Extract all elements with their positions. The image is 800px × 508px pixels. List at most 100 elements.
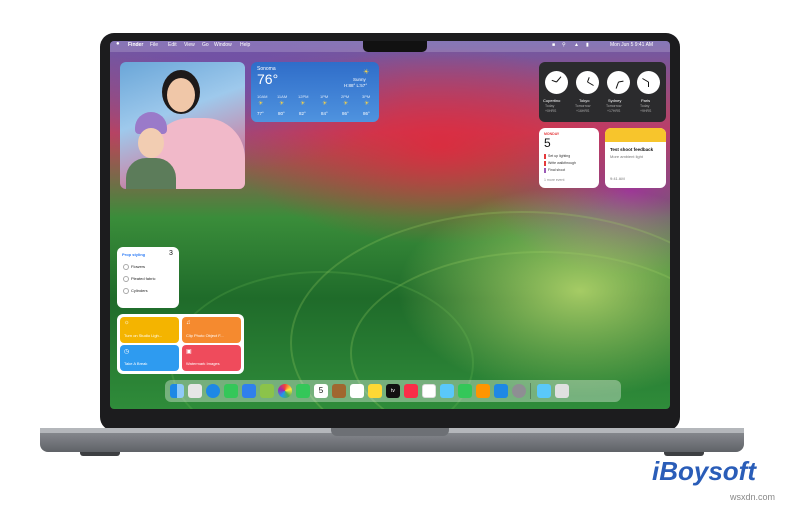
menu-window[interactable]: Window — [214, 42, 232, 48]
mail-icon[interactable] — [242, 384, 256, 398]
weather-widget[interactable]: Sonoma 76° ☀ Sunny H:88° L:57° 10AM 11AM… — [251, 62, 379, 122]
calendar-dock-icon[interactable]: 5 — [314, 384, 328, 398]
clock-city: Cupertino — [543, 98, 561, 103]
clock-city: Paris — [641, 98, 651, 103]
menu-help[interactable]: Help — [240, 42, 250, 48]
world-clock-widget[interactable]: Cupertino Tokyo Sydney Paris Today Tomor… — [539, 62, 666, 122]
weather-hour: 10AM — [257, 94, 268, 99]
reminder-item: Cylinders — [131, 288, 148, 293]
menu-go[interactable]: Go — [202, 42, 209, 48]
keynote-icon[interactable] — [440, 384, 454, 398]
reminder-item: Flowers — [131, 264, 146, 269]
clock-offset: +9HRS — [640, 109, 652, 113]
desktop-screen: ● Finder File Edit View Go Window Help ■… — [110, 41, 670, 409]
weather-hour-temp: 77° — [257, 111, 264, 116]
music-icon[interactable] — [404, 384, 418, 398]
clock-hand — [556, 76, 562, 83]
menu-finder[interactable]: Finder — [128, 42, 143, 48]
pages-icon[interactable] — [476, 384, 490, 398]
calendar-widget[interactable]: MONDAY 5 Set up lighting Write walkthrou… — [539, 128, 599, 188]
event-marker — [544, 168, 546, 173]
calendar-event: Write walkthrough — [548, 161, 576, 165]
sun-icon: ☀ — [364, 101, 370, 107]
shortcut-studio-light[interactable]: ☼ Turn on Studio Ligh... — [120, 317, 179, 343]
reminders-dock-icon[interactable] — [350, 384, 364, 398]
battery-icon[interactable]: ▮ — [586, 42, 589, 48]
weather-hour-temp: 80° — [278, 111, 285, 116]
facetime-icon[interactable] — [296, 384, 310, 398]
trash-icon[interactable] — [555, 384, 569, 398]
shortcut-clip-photo[interactable]: ♫ Clip Photo Object F... — [182, 317, 241, 343]
apple-icon[interactable]: ● — [116, 41, 120, 47]
weather-hour: 3PM — [362, 94, 371, 99]
clock-hand — [648, 82, 649, 87]
shortcut-take-break[interactable]: ◷ Take A Break — [120, 345, 179, 371]
shortcut-label: Clip Photo Object F... — [186, 333, 224, 338]
clock-hand — [618, 80, 624, 83]
menu-file[interactable]: File — [150, 42, 158, 48]
menu-view[interactable]: View — [184, 42, 195, 48]
news-icon[interactable] — [422, 384, 436, 398]
apple-tv-icon[interactable]: tv — [386, 384, 400, 398]
weather-hour-temp: 86° — [363, 111, 370, 116]
downloads-folder-icon[interactable] — [537, 384, 551, 398]
sun-icon: ☀ — [322, 101, 328, 107]
safari-icon[interactable] — [206, 384, 220, 398]
music-note-icon: ♫ — [186, 320, 191, 326]
reminders-widget[interactable]: Prop styling 3 Flowers Pleated fabric Cy… — [117, 247, 179, 308]
dock: 5 tv — [165, 380, 621, 402]
weather-hour-temp: 84° — [321, 111, 328, 116]
reminder-checkbox[interactable] — [123, 264, 129, 270]
weather-hour-temp: 82° — [299, 111, 306, 116]
watermark-text: wsxdn.com — [730, 492, 776, 502]
menu-clock[interactable]: Mon Jun 5 9:41 AM — [610, 42, 653, 48]
photo-face — [167, 78, 195, 112]
note-subtitle: More ambient light — [610, 154, 643, 159]
launchpad-icon[interactable] — [188, 384, 202, 398]
shortcuts-widget: ☼ Turn on Studio Ligh... ♫ Clip Photo Ob… — [117, 314, 244, 374]
finder-icon[interactable] — [170, 384, 184, 398]
clock-offset: +17HRS — [607, 109, 621, 113]
clock-city: Tokyo — [579, 98, 590, 103]
menu-edit[interactable]: Edit — [168, 42, 177, 48]
maps-icon[interactable] — [260, 384, 274, 398]
control-center-icon[interactable]: ■ — [552, 42, 555, 48]
reminders-title: Prop styling — [122, 252, 146, 257]
clock-day: Today — [640, 104, 650, 108]
photo-child-shirt — [126, 158, 176, 189]
reminder-item: Pleated fabric — [131, 276, 156, 281]
reminder-checkbox[interactable] — [123, 288, 129, 294]
shortcut-label: Turn on Studio Ligh... — [124, 333, 163, 338]
event-marker — [544, 161, 546, 166]
clock-hand — [615, 81, 619, 89]
shortcut-watermark[interactable]: ▣ Watermark Images — [182, 345, 241, 371]
reminder-checkbox[interactable] — [123, 276, 129, 282]
sun-icon: ☀ — [300, 101, 306, 107]
clock-city: Sydney — [608, 98, 622, 103]
clock-day: Today — [545, 104, 555, 108]
weather-hour: 1PM — [320, 94, 329, 99]
numbers-icon[interactable] — [458, 384, 472, 398]
clock-hand — [587, 81, 594, 86]
spotlight-icon[interactable]: ⚲ — [562, 42, 566, 48]
iboysoft-logo: iBoysoft — [652, 456, 756, 486]
timer-icon: ◷ — [124, 349, 130, 355]
weather-hour: 12PM — [298, 94, 309, 99]
photo-child-face — [138, 128, 164, 158]
clock-offset: +0HRS — [545, 109, 557, 113]
shortcut-label: Take A Break — [124, 361, 148, 366]
photo-widget[interactable] — [120, 62, 245, 189]
sun-icon: ☀ — [279, 101, 285, 107]
wifi-icon[interactable]: ▲ — [574, 42, 579, 48]
laptop-foot — [80, 452, 120, 456]
app-store-icon[interactable] — [494, 384, 508, 398]
dock-divider — [530, 383, 531, 399]
photos-icon[interactable] — [278, 384, 292, 398]
messages-icon[interactable] — [224, 384, 238, 398]
camera-notch — [363, 41, 427, 52]
contacts-icon[interactable] — [332, 384, 346, 398]
system-settings-icon[interactable] — [512, 384, 526, 398]
notes-dock-icon[interactable] — [368, 384, 382, 398]
clock-face-sydney — [607, 71, 630, 94]
notes-widget[interactable]: Test shoot feedback More ambient light 9… — [605, 128, 666, 188]
